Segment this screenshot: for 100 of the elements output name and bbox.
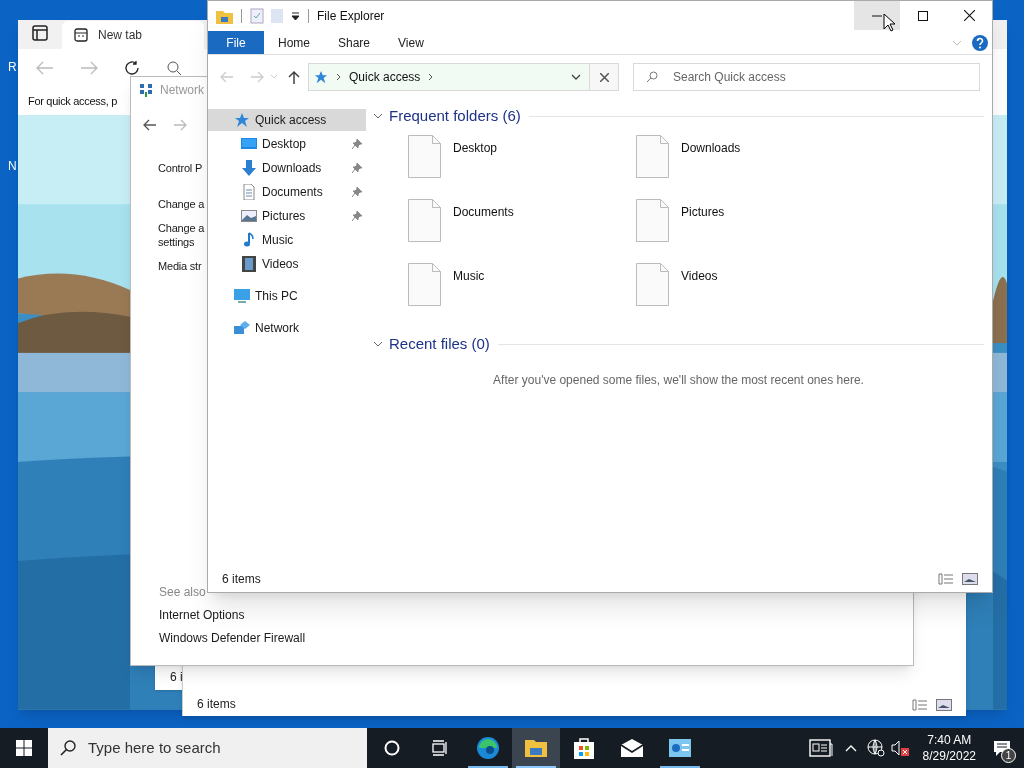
maximize-icon [918, 10, 928, 21]
page-text: For quick access, p [28, 93, 118, 109]
circle-icon [384, 740, 400, 756]
nav-item[interactable]: This PC [208, 285, 366, 307]
down-arrow-icon [241, 160, 257, 176]
dropdown-icon[interactable] [291, 11, 300, 21]
search-icon [60, 740, 76, 756]
search-field[interactable]: Search Quick access [633, 63, 980, 91]
muted-speaker-icon[interactable] [890, 740, 909, 756]
see-also-link[interactable]: Internet Options [159, 608, 245, 622]
folder-tile[interactable]: Music [408, 263, 636, 327]
blank-file-icon [636, 199, 669, 242]
nav-item[interactable]: Desktop [208, 133, 366, 155]
refresh-icon[interactable] [124, 59, 140, 76]
chevron-up-icon[interactable] [844, 744, 857, 752]
monitor-icon [241, 136, 257, 152]
star-icon [234, 112, 250, 128]
blank-file-icon [636, 263, 669, 306]
star-icon [314, 70, 328, 84]
nav-item[interactable]: Network [208, 317, 366, 339]
notification-count: 1 [1001, 748, 1016, 763]
close-icon [599, 72, 609, 82]
folder-tile[interactable]: Videos [636, 263, 864, 327]
task-link[interactable]: Change a settings [158, 221, 205, 249]
task-link[interactable]: Media str [158, 259, 202, 273]
desktop-icon-label[interactable]: N [8, 157, 17, 175]
running-indicator [516, 766, 556, 768]
chevron-icon[interactable] [373, 339, 383, 349]
section-header[interactable]: Recent files (0) [389, 332, 490, 356]
globe-icon[interactable] [866, 739, 885, 757]
chevron-right-icon[interactable] [428, 73, 434, 81]
chart-window-icon [667, 736, 693, 760]
task-view-icon [432, 740, 448, 756]
swirl-icon [475, 736, 501, 760]
section-heading: See also [159, 585, 206, 599]
envelope-icon [619, 736, 645, 760]
empty-message: After you've opened some files, we'll show the most recent ones here. [493, 372, 864, 389]
see-also-link[interactable]: Windows Defender Firewall [159, 631, 306, 645]
breadcrumb[interactable]: Quick access [349, 68, 421, 86]
chevron-icon[interactable] [373, 111, 383, 121]
image-icon [241, 208, 257, 224]
windows-logo-icon [16, 740, 32, 756]
blank-file-icon [408, 199, 441, 242]
address-bar[interactable]: Quick access [308, 63, 590, 91]
nav-item[interactable]: Videos [208, 253, 366, 275]
window-title: File Explorer [317, 8, 385, 25]
news-icon[interactable] [808, 739, 833, 757]
back-arrow-icon[interactable] [143, 119, 157, 131]
up-arrow-icon[interactable] [288, 70, 300, 84]
large-icons-view-icon[interactable] [936, 699, 952, 711]
large-icons-view-icon[interactable] [962, 573, 978, 585]
search-icon [646, 71, 658, 83]
film-icon [241, 256, 257, 272]
blank-file-icon [408, 135, 441, 178]
ribbon-tab[interactable]: View [384, 31, 438, 54]
close-icon [963, 10, 975, 21]
nav-item[interactable]: Documents [208, 181, 366, 203]
running-indicator [468, 766, 508, 768]
help-icon[interactable] [972, 34, 988, 51]
dropdown-icon[interactable] [571, 73, 581, 81]
task-link[interactable]: Change a [158, 197, 205, 211]
mouse-cursor-icon [883, 13, 895, 32]
document-icon [241, 184, 257, 200]
music-note-icon [241, 232, 257, 248]
clear-button[interactable] [590, 63, 619, 91]
tab-actions-icon[interactable] [32, 24, 48, 41]
folder-tile[interactable]: Documents [408, 199, 636, 263]
nav-item[interactable]: Music [208, 229, 366, 251]
search-icon[interactable] [166, 59, 182, 76]
desktop-icon-label[interactable]: R [8, 58, 17, 76]
nav-item[interactable]: Pictures [208, 205, 366, 227]
clock[interactable]: 7:40 AM 8/29/2022 [918, 732, 980, 764]
page-icon [74, 27, 88, 42]
nav-item[interactable]: Quick access [208, 109, 366, 131]
nav-item[interactable]: Downloads [208, 157, 366, 179]
browser-tab[interactable]: New tab [62, 20, 204, 49]
ribbon-tab[interactable]: File [208, 31, 264, 54]
folder-tile[interactable]: Downloads [636, 135, 864, 199]
taskbar-search-field[interactable]: Type here to search [48, 728, 367, 768]
folder-tile[interactable]: Desktop [408, 135, 636, 199]
network-grid-icon [139, 83, 153, 97]
status-text: 6 i [170, 669, 183, 686]
window-title: Network [160, 82, 204, 99]
folder-icon [216, 8, 233, 24]
network-icon [234, 320, 250, 336]
status-text: 6 items [197, 696, 236, 713]
shopping-bag-icon [571, 736, 597, 760]
ribbon-tab[interactable]: Share [324, 31, 385, 54]
running-indicator [660, 766, 700, 768]
notifications-button[interactable]: 1 [980, 728, 1024, 768]
chevron-right-icon[interactable] [336, 73, 341, 81]
blank-file-icon [408, 263, 441, 306]
blank-file-icon [636, 135, 669, 178]
monitor-icon [234, 288, 250, 304]
section-header[interactable]: Frequent folders (6) [389, 104, 521, 128]
task-link[interactable]: Control P [158, 161, 203, 175]
status-text: 6 items [222, 571, 261, 588]
ribbon-tab[interactable]: Home [264, 31, 324, 54]
minimize-button[interactable] [854, 1, 900, 30]
folder-tile[interactable]: Pictures [636, 199, 864, 263]
